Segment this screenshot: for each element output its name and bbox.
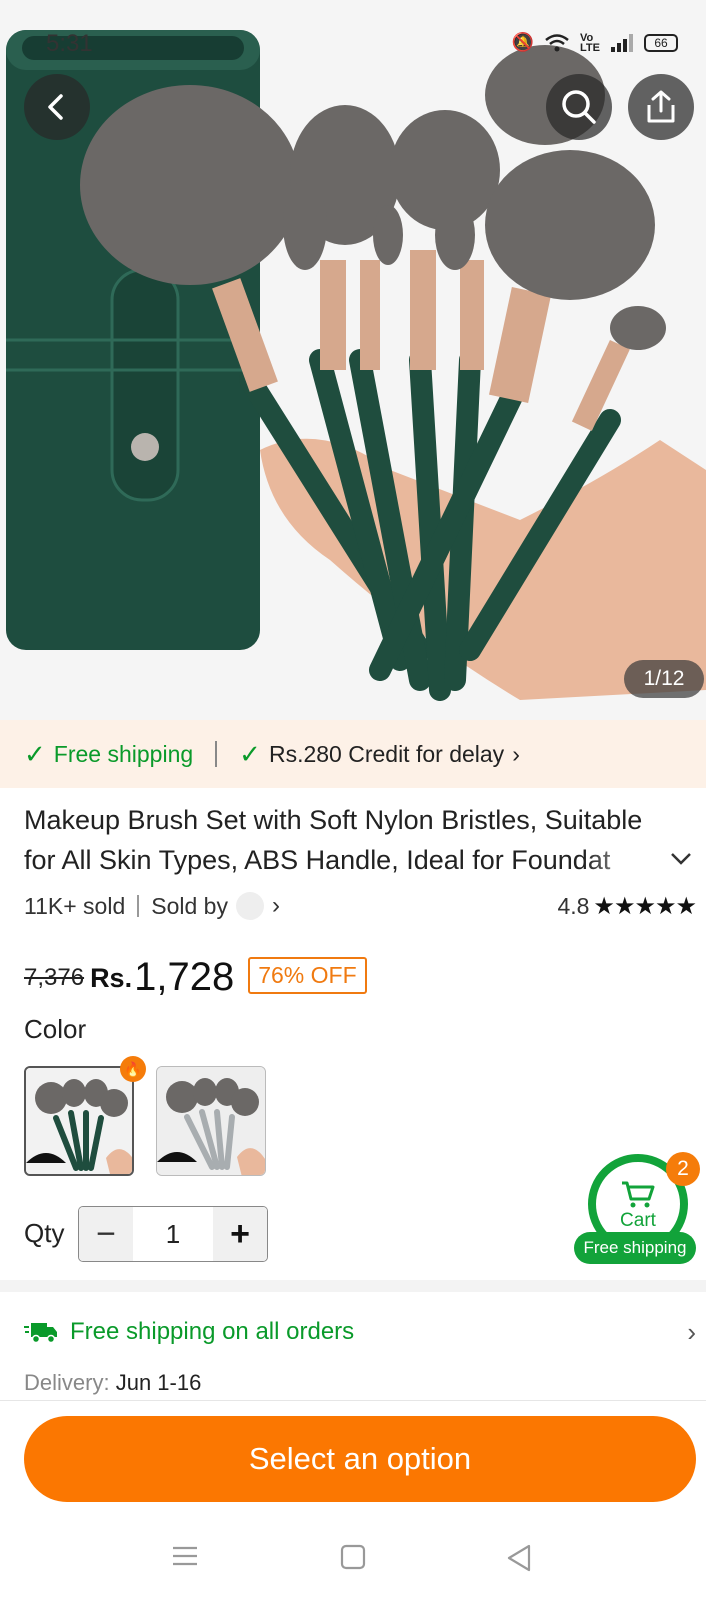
status-time: 5:31	[46, 30, 93, 57]
divider	[215, 741, 218, 767]
share-button[interactable]	[628, 74, 694, 140]
image-counter: 1/12	[624, 660, 704, 698]
rating[interactable]: 4.8 ★★★★★	[557, 892, 697, 921]
product-image[interactable]: 5:31 🔕 Vo LTE 66 1/12	[0, 0, 706, 720]
system-nav-bar	[0, 1530, 706, 1590]
section-divider	[0, 1280, 706, 1292]
title-fade	[584, 840, 664, 880]
home-icon[interactable]	[340, 1544, 366, 1570]
chevron-down-icon	[671, 853, 691, 865]
menu-icon[interactable]	[172, 1544, 198, 1568]
quantity-stepper: − 1 +	[78, 1206, 268, 1262]
sale-price: 1,728	[134, 955, 235, 999]
bottom-separator	[0, 1400, 706, 1401]
sold-count: 11K+ sold	[24, 892, 126, 919]
back-nav-icon[interactable]	[506, 1544, 532, 1572]
free-shipping-tag: ✓ Free shipping	[24, 739, 193, 770]
floating-cart-button[interactable]: Cart 2 Free shipping	[574, 1148, 700, 1264]
free-shipping-row[interactable]: Free shipping on all orders ›	[24, 1312, 696, 1352]
cart-icon	[622, 1181, 655, 1208]
currency: Rs.	[90, 963, 133, 993]
increase-qty-button[interactable]: +	[213, 1207, 267, 1261]
truck-icon	[24, 1323, 57, 1344]
delivery-info: Delivery: Jun 1-16	[24, 1370, 201, 1396]
color-label: Color	[24, 1014, 87, 1044]
cart-label: Cart	[620, 1210, 656, 1231]
quantity-value[interactable]: 1	[133, 1207, 213, 1261]
back-button[interactable]	[24, 74, 90, 140]
price-row: 7,376 Rs. 1,728 76% OFF	[24, 944, 367, 1000]
status-bar: 5:31 🔕 Vo LTE 66	[0, 24, 706, 68]
chevron-right-icon: ›	[512, 740, 520, 767]
cart-free-shipping-tag: Free shipping	[574, 1232, 696, 1264]
check-icon: ✓	[24, 738, 46, 769]
status-icons: 🔕 Vo LTE 66	[512, 32, 678, 53]
wifi-icon	[545, 33, 569, 51]
free-shipping-title: Free shipping on all orders	[70, 1318, 355, 1345]
cart-count-badge: 2	[666, 1152, 700, 1186]
expand-title-button[interactable]	[670, 846, 692, 872]
shipping-banner[interactable]: ✓ Free shipping ✓ Rs.280 Credit for dela…	[0, 720, 706, 788]
volte-icon: Vo LTE	[580, 31, 600, 54]
signal-icon	[611, 33, 633, 52]
battery-icon: 66	[644, 33, 678, 52]
credit-text: Rs.280 Credit for delay	[268, 740, 505, 767]
qty-label: Qty	[24, 1218, 65, 1248]
color-swatch-silver[interactable]	[156, 1066, 266, 1176]
search-button[interactable]	[546, 74, 612, 140]
share-icon	[647, 90, 675, 123]
back-arrow-icon	[48, 94, 63, 120]
silver-brush-thumbnail	[157, 1067, 265, 1175]
product-title[interactable]: Makeup Brush Set with Soft Nylon Bristle…	[24, 800, 664, 880]
delivery-date: Jun 1-16	[115, 1370, 202, 1395]
chevron-right-icon: ›	[687, 1316, 696, 1347]
discount-badge: 76% OFF	[248, 957, 367, 994]
color-swatch-green[interactable]	[24, 1066, 134, 1176]
mute-icon: 🔕	[511, 32, 535, 52]
check-icon: ✓	[239, 738, 261, 769]
seller-logo[interactable]	[235, 892, 264, 920]
green-brush-thumbnail	[26, 1068, 132, 1174]
free-shipping-text: Free shipping	[53, 740, 194, 767]
rating-value: 4.8	[557, 892, 590, 919]
original-price: 7,376	[24, 964, 85, 991]
delivery-label: Delivery:	[24, 1370, 110, 1395]
divider	[137, 895, 140, 917]
product-meta: 11K+ sold Sold by › 4.8 ★★★★★	[24, 888, 697, 924]
search-icon	[562, 90, 596, 124]
product-title-text: Makeup Brush Set with Soft Nylon Bristle…	[24, 805, 643, 875]
hot-fire-icon: 🔥	[120, 1056, 146, 1082]
decrease-qty-button[interactable]: −	[79, 1207, 133, 1261]
star-rating-icon: ★★★★★	[593, 892, 697, 920]
select-option-button[interactable]: Select an option	[24, 1416, 696, 1502]
credit-for-delay[interactable]: ✓ Rs.280 Credit for delay ›	[239, 739, 520, 770]
chevron-right-icon[interactable]: ›	[272, 892, 280, 920]
sold-by-label[interactable]: Sold by	[151, 893, 228, 920]
